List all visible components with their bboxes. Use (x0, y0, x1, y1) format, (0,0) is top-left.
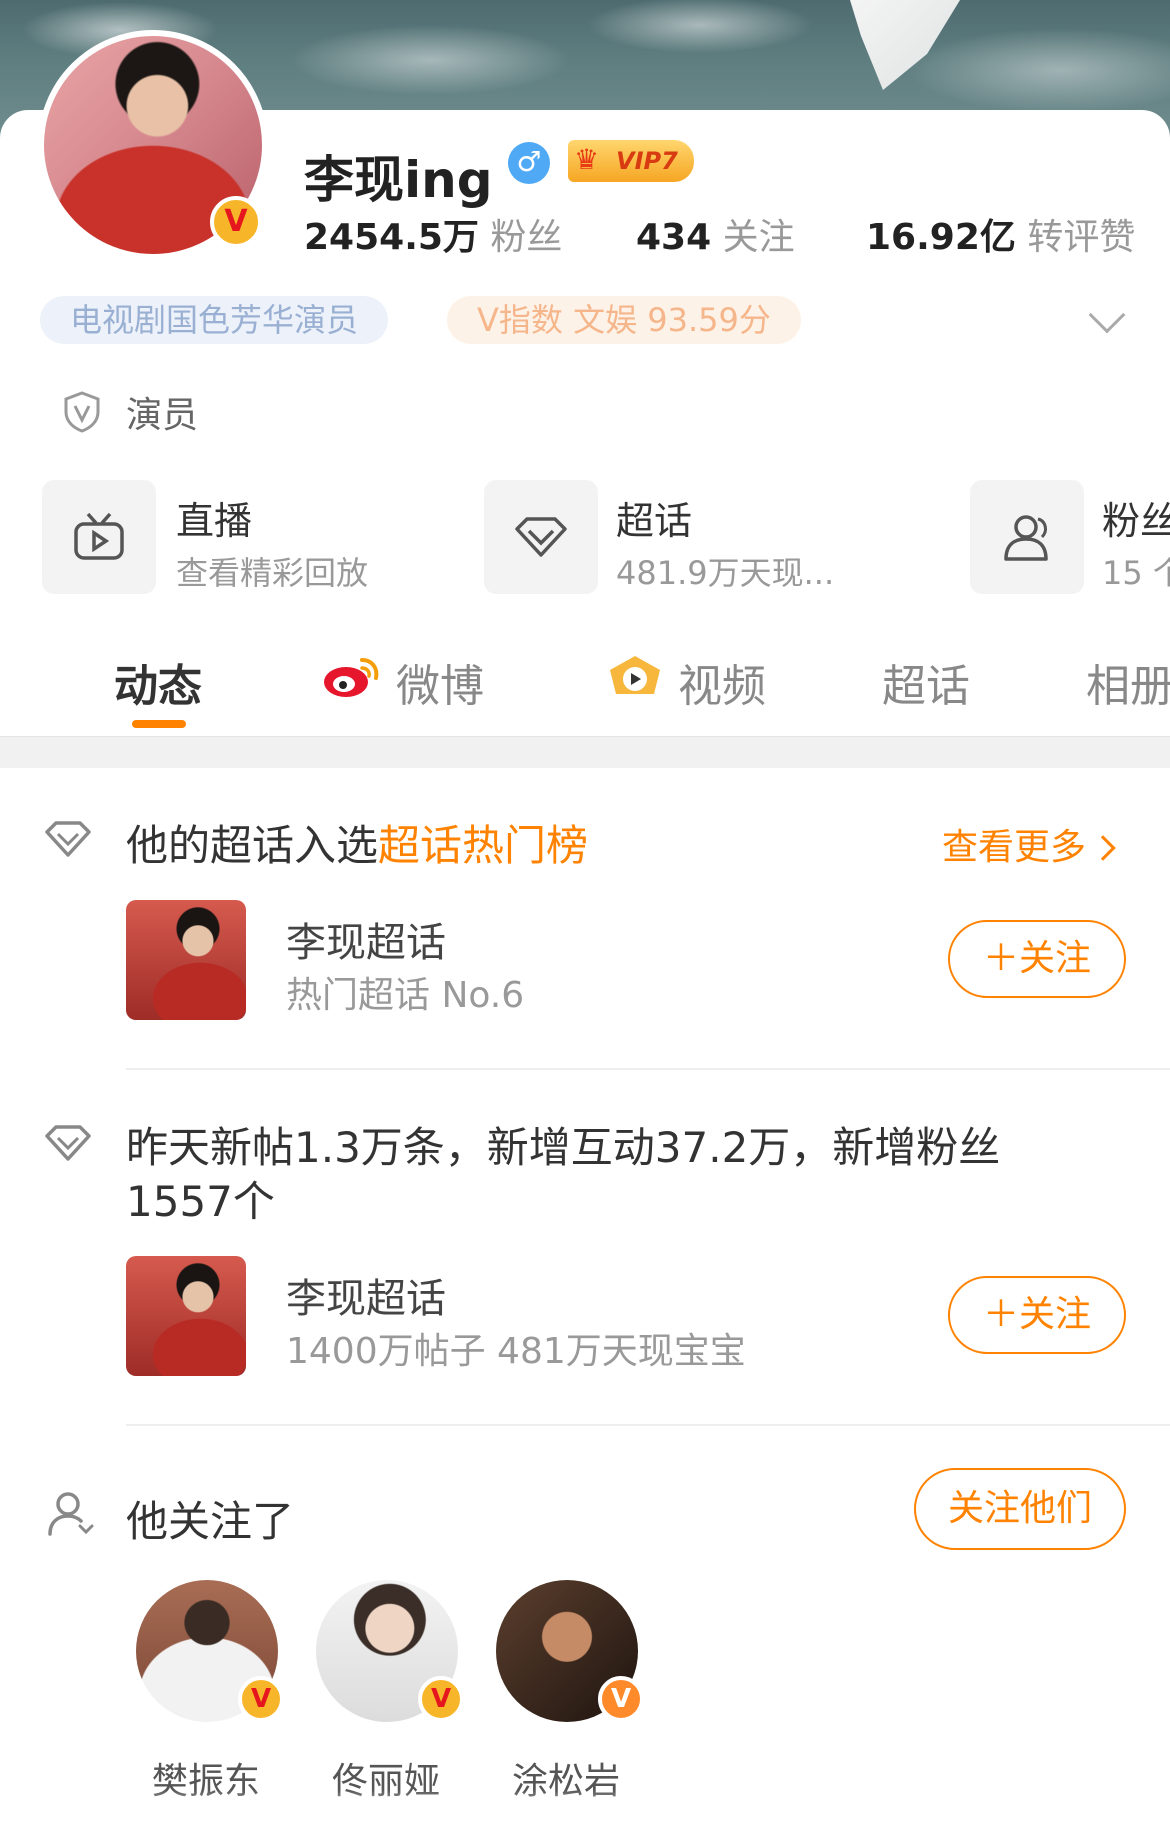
quick-entry-title: 超话 (616, 499, 693, 543)
stat-following-label: 关注 (722, 217, 795, 258)
follow-all-button[interactable]: 关注他们 (914, 1468, 1126, 1550)
quick-entry-sub: 481.9万天现... (616, 554, 835, 592)
role-label: 演员 (126, 395, 199, 436)
following-avatar[interactable]: V (316, 1580, 464, 1722)
supertopic-name[interactable]: 李现超话 (286, 1266, 446, 1324)
activity-summary-line1: 昨天新帖1.3万条，新增互动37.2万，新增粉丝 (126, 1123, 1001, 1172)
tab-weibo[interactable]: 微博 (322, 650, 484, 714)
supertopic-rank-title: 他的超话入选超话热门榜 (126, 812, 588, 873)
stat-likes-num: 16.92亿 (866, 217, 1016, 258)
supertopic-rank-title-prefix: 他的超话入选 (126, 821, 379, 870)
verified-badge-icon: V (598, 1676, 644, 1722)
quick-entry-title: 直播 (176, 499, 253, 543)
shield-v-icon (64, 391, 100, 433)
profile-avatar[interactable]: V (38, 30, 268, 260)
chevron-right-icon (1090, 835, 1116, 861)
following-avatar[interactable]: V (136, 1580, 284, 1722)
male-icon: ♂ (508, 142, 550, 184)
following-avatar[interactable]: V (496, 1580, 644, 1722)
user-icon (48, 1492, 94, 1536)
tab-active-indicator (132, 720, 186, 728)
verified-badge-icon: V (238, 1676, 284, 1722)
stat-fans-label: 粉丝 (490, 217, 563, 258)
weibo-logo-icon (324, 658, 379, 697)
supertopic-thumbnail[interactable] (126, 900, 246, 1020)
quick-entry-sub: 查看精彩回放 (176, 554, 369, 592)
quick-entry-sub: 15 个 (1102, 554, 1170, 592)
following-title: 他关注了 (126, 1497, 295, 1546)
vip-label: VIP7 (616, 147, 678, 175)
divider (126, 1424, 1170, 1426)
see-more-link[interactable]: 查看更多 (942, 818, 1116, 870)
stat-likes: 16.92亿 转评赞 (866, 208, 1135, 260)
quick-entry-title: 粉丝 (1102, 499, 1170, 543)
tab-album[interactable]: 相册 (1086, 650, 1170, 714)
tv-icon (42, 480, 156, 594)
diamond-icon (45, 821, 91, 857)
see-more-label: 查看更多 (942, 827, 1087, 868)
supertopic-rank-link[interactable]: 超话热门榜 (378, 821, 588, 870)
tab-video[interactable]: 视频 (604, 650, 766, 714)
diamond-icon (484, 480, 598, 594)
tab-weibo-label: 微博 (396, 661, 484, 712)
stat-following[interactable]: 434 关注 (636, 208, 795, 260)
activity-summary-line2: 1557个 (126, 1177, 275, 1226)
profile-tabs: 动态 微博 视频 超话 相册 (0, 640, 1170, 740)
stat-likes-label: 转评赞 (1027, 217, 1136, 258)
stat-following-num: 434 (636, 217, 712, 258)
crown-icon: ♛ (574, 143, 600, 176)
verified-badge-icon: V (210, 196, 262, 248)
supertopic-stats: 1400万帖子 481万天现宝宝 (286, 1331, 746, 1372)
supertopic-rank: 热门超话 No.6 (286, 975, 525, 1016)
profile-name: 李现ing (304, 151, 493, 209)
tag-drama-actor[interactable]: 电视剧国色芳华演员 (40, 296, 389, 344)
stat-fans-num: 2454.5万 (304, 217, 479, 258)
cover-decoration (850, 0, 960, 90)
follow-supertopic-button[interactable]: ＋关注 (948, 1276, 1126, 1354)
tag-v-index[interactable]: V指数 文娱 93.59分 (447, 296, 801, 344)
tab-supertopic[interactable]: 超话 (882, 650, 970, 714)
tab-video-label: 视频 (678, 661, 766, 712)
section-separator (0, 736, 1170, 768)
video-logo-icon (610, 656, 660, 694)
diamond-icon (45, 1125, 91, 1161)
fans-group-icon (970, 480, 1084, 594)
tab-feed[interactable]: 动态 (114, 650, 202, 714)
vip-badge[interactable]: ♛ VIP7 (568, 140, 694, 182)
supertopic-name[interactable]: 李现超话 (286, 910, 446, 968)
bottom-fade (0, 1790, 1170, 1830)
divider (126, 1068, 1170, 1070)
supertopic-thumbnail[interactable] (126, 1256, 246, 1376)
verified-badge-icon: V (418, 1676, 464, 1722)
stat-fans[interactable]: 2454.5万 粉丝 (304, 208, 562, 260)
follow-supertopic-button[interactable]: ＋关注 (948, 920, 1126, 998)
